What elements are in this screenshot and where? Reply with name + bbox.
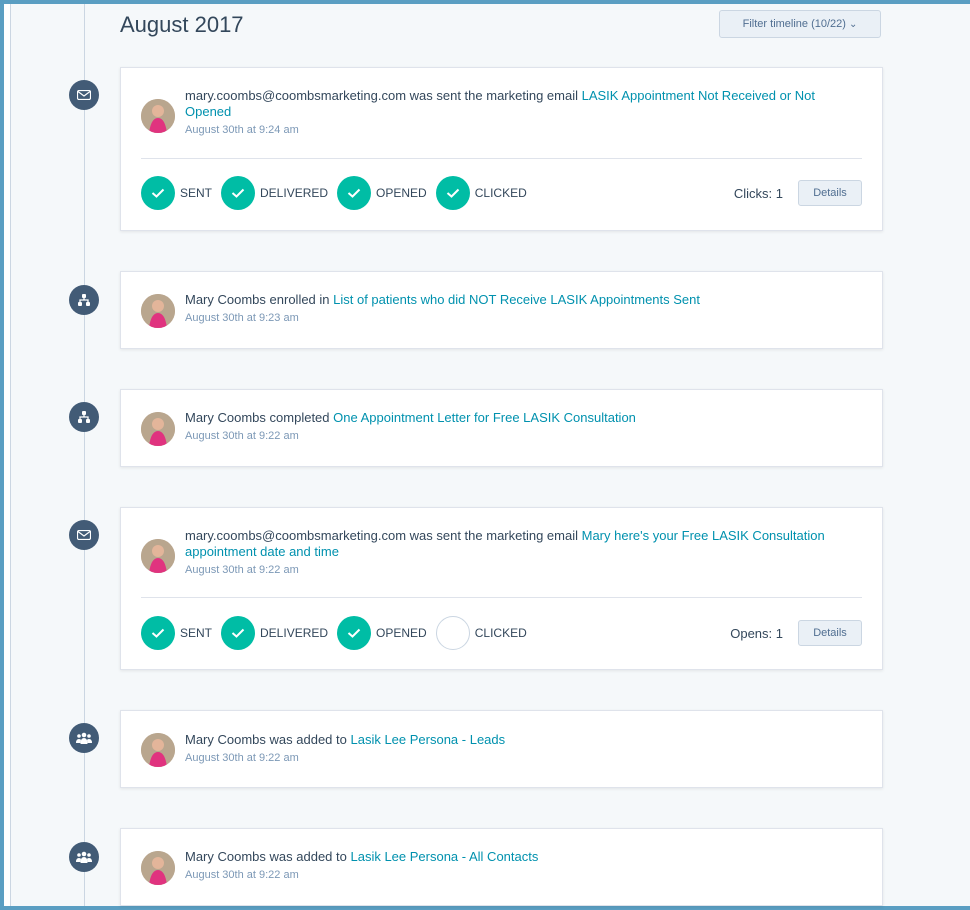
event-verb: was sent the marketing email xyxy=(406,528,582,543)
left-panel-edge xyxy=(4,4,11,906)
status-label: DELIVERED xyxy=(260,186,329,200)
timeline-event-workflow: Mary Coombs completed One Appointment Le… xyxy=(120,389,883,467)
filter-timeline-button[interactable]: Filter timeline (10/22) ⌄ xyxy=(719,10,881,38)
check-icon xyxy=(435,176,470,210)
status-label: OPENED xyxy=(376,186,427,200)
timeline-event-list: Mary Coombs was added to Lasik Lee Perso… xyxy=(120,710,883,788)
event-actor: Mary Coombs xyxy=(185,732,266,747)
event-actor: Mary Coombs xyxy=(185,849,266,864)
event-link[interactable]: List of patients who did NOT Receive LAS… xyxy=(333,292,700,307)
check-icon xyxy=(221,616,256,650)
event-actor: mary.coombs@coombsmarketing.com xyxy=(185,88,407,103)
event-time: August 30th at 9:22 am xyxy=(185,430,299,442)
event-actor: Mary Coombs xyxy=(185,292,266,307)
people-icon xyxy=(69,723,99,753)
details-button[interactable]: Details xyxy=(798,180,862,206)
chevron-down-icon: ⌄ xyxy=(848,18,858,30)
event-description: mary.coombs@coombsmarketing.com was sent… xyxy=(185,528,862,578)
email-status-row: SENT DELIVERED OPENED CLICKED Clicks: 1 … xyxy=(141,175,862,211)
check-icon xyxy=(141,616,175,650)
event-link[interactable]: Lasik Lee Persona - All Contacts xyxy=(350,849,538,864)
avatar xyxy=(141,733,175,767)
status-label: CLICKED xyxy=(474,626,527,640)
event-time: August 30th at 9:22 am xyxy=(185,869,299,881)
event-link[interactable]: One Appointment Letter for Free LASIK Co… xyxy=(333,410,636,425)
people-icon xyxy=(69,842,99,872)
status-label: CLICKED xyxy=(474,186,527,200)
check-icon xyxy=(141,176,175,210)
event-description: Mary Coombs completed One Appointment Le… xyxy=(185,410,862,444)
timeline-event-list: Mary Coombs was added to Lasik Lee Perso… xyxy=(120,828,883,906)
status-clicked: CLICKED xyxy=(435,616,527,650)
timeline-event-email: mary.coombs@coombsmarketing.com was sent… xyxy=(120,67,883,231)
event-verb: was added to xyxy=(265,732,351,747)
status-label: SENT xyxy=(180,186,213,200)
empty-circle-icon xyxy=(435,616,470,650)
check-icon xyxy=(221,176,256,210)
divider xyxy=(141,158,862,159)
event-verb: completed xyxy=(265,410,334,425)
avatar xyxy=(141,539,175,573)
avatar xyxy=(141,294,175,328)
status-sent: SENT xyxy=(141,176,212,210)
event-description: Mary Coombs enrolled in List of patients… xyxy=(185,292,862,326)
check-icon xyxy=(337,176,372,210)
status-delivered: DELIVERED xyxy=(221,616,328,650)
event-description: mary.coombs@coombsmarketing.com was sent… xyxy=(185,88,862,138)
status-opened: OPENED xyxy=(337,176,427,210)
event-verb: was added to xyxy=(265,849,351,864)
opens-count: Opens: 1 xyxy=(730,625,783,641)
status-delivered: DELIVERED xyxy=(221,176,328,210)
event-verb: enrolled in xyxy=(265,292,334,307)
avatar xyxy=(141,99,175,133)
avatar xyxy=(141,851,175,885)
event-time: August 30th at 9:22 am xyxy=(185,752,299,764)
avatar xyxy=(141,412,175,446)
email-status-row: SENT DELIVERED OPENED CLICKED Opens: 1 D… xyxy=(141,615,862,651)
timeline-line xyxy=(84,4,85,906)
event-time: August 30th at 9:24 am xyxy=(185,124,299,136)
status-label: SENT xyxy=(180,626,213,640)
event-link[interactable]: Lasik Lee Persona - Leads xyxy=(350,732,505,747)
status-clicked: CLICKED xyxy=(435,176,527,210)
event-actor: Mary Coombs xyxy=(185,410,266,425)
envelope-icon xyxy=(69,80,99,110)
workflow-icon xyxy=(69,285,99,315)
envelope-icon xyxy=(69,520,99,550)
workflow-icon xyxy=(69,402,99,432)
event-verb: was sent the marketing email xyxy=(406,88,582,103)
check-icon xyxy=(337,616,372,650)
clicks-count: Clicks: 1 xyxy=(733,185,783,201)
filter-timeline-label: Filter timeline (10/22) xyxy=(742,18,846,30)
timeline-event-email: mary.coombs@coombsmarketing.com was sent… xyxy=(120,507,883,670)
status-label: OPENED xyxy=(376,626,427,640)
event-description: Mary Coombs was added to Lasik Lee Perso… xyxy=(185,732,862,766)
status-label: DELIVERED xyxy=(260,626,329,640)
timeline-event-workflow: Mary Coombs enrolled in List of patients… xyxy=(120,271,883,349)
event-actor: mary.coombs@coombsmarketing.com xyxy=(185,528,407,543)
event-time: August 30th at 9:22 am xyxy=(185,564,299,576)
divider xyxy=(141,597,862,598)
event-description: Mary Coombs was added to Lasik Lee Perso… xyxy=(185,849,862,883)
details-button[interactable]: Details xyxy=(798,620,862,646)
status-opened: OPENED xyxy=(337,616,427,650)
status-sent: SENT xyxy=(141,616,212,650)
event-time: August 30th at 9:23 am xyxy=(185,312,299,324)
month-heading: August 2017 xyxy=(120,12,244,37)
